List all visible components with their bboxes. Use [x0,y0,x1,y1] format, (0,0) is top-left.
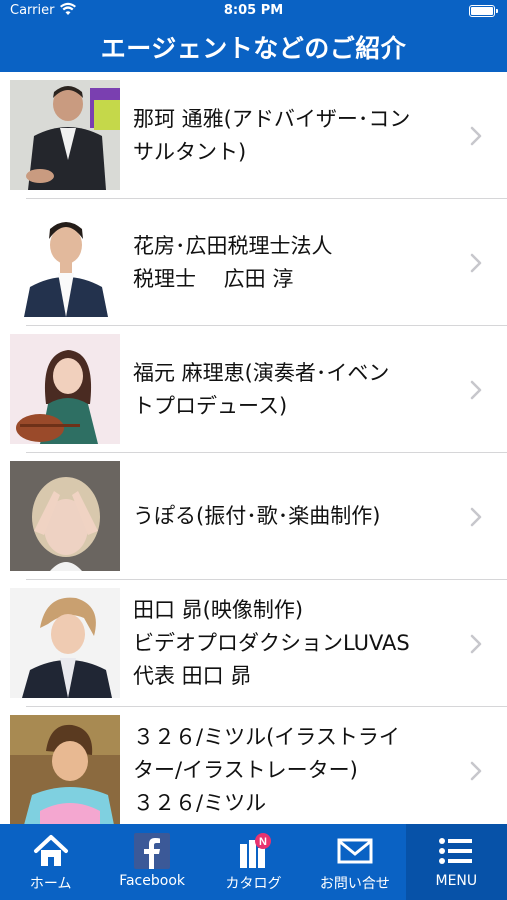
agent-name-line: 田口 昴(映像制作) [133,598,304,622]
agent-name-line: ３２６/ミツル [133,791,267,815]
agent-name-line: トプロデュース) [133,393,288,418]
agent-row[interactable]: 花房･広田税理士法人 税理士 広田 淳 [0,199,507,326]
status-bar: Carrier 8:05 PM [0,0,507,22]
menu-icon [439,838,473,864]
catalog-badge: N [259,836,267,848]
chevron-right-icon [470,253,482,272]
agent-row[interactable]: 田口 昴(映像制作) ビデオプロダクションLUVAS 代表 田口 昴 [0,580,507,707]
chevron-right-icon [470,380,482,399]
agent-photo [10,80,120,190]
catalog-icon: N [239,833,271,868]
facebook-icon [134,833,171,869]
agent-photo [10,715,120,824]
chevron-right-icon [470,634,482,653]
agent-name-line: 花房･広田税理士法人 [133,233,333,258]
agent-info: 那珂 通雅(アドバイザー･コン サルタント) [133,72,449,199]
tab-catalog[interactable]: N カタログ [203,824,304,900]
battery-icon [469,5,498,17]
chevron-right-icon [470,761,482,780]
tab-menu[interactable]: MENU [405,824,507,900]
agent-photo [10,588,120,698]
agent-photo [10,207,120,317]
tab-home[interactable]: ホーム [0,824,101,900]
agent-photo [10,461,120,571]
page-title: エージェントなどのご紹介 [100,34,407,63]
home-icon [33,835,68,866]
tab-label: ホーム [29,876,72,892]
agent-row[interactable]: うぽる(振付･歌･楽曲制作) [0,453,507,580]
agent-name-line: ３２６/ミツル(イラストライ [133,725,400,749]
agent-list[interactable]: 那珂 通雅(アドバイザー･コン サルタント) 花房･広田税理士法人 税理士 広田… [0,72,507,824]
agent-row[interactable]: 福元 麻理恵(演奏者･イベン トプロデュース) [0,326,507,453]
agent-row[interactable]: ３２６/ミツル(イラストライ ター/イラストレーター) ３２６/ミツル [0,707,507,824]
agent-row[interactable]: 那珂 通雅(アドバイザー･コン サルタント) [0,72,507,199]
agent-name-line: 税理士 広田 淳 [133,266,294,291]
agent-name-line: 代表 田口 昴 [133,664,252,688]
chevron-right-icon [470,126,482,145]
agent-photo [10,334,120,444]
agent-name-line: 福元 麻理恵(演奏者･イベン [133,360,390,385]
agent-name-line: ビデオプロダクションLUVAS [133,631,410,655]
tab-label: MENU [435,873,478,889]
agent-name-line: 那珂 通雅(アドバイザー･コン [133,106,411,131]
agent-info: 福元 麻理恵(演奏者･イベン トプロデュース) [133,326,449,453]
nav-bar: エージェントなどのご紹介 [0,22,507,72]
tab-label: Facebook [119,873,185,889]
agent-info: 花房･広田税理士法人 税理士 広田 淳 [133,199,449,326]
agent-info: 田口 昴(映像制作) ビデオプロダクションLUVAS 代表 田口 昴 [133,580,449,707]
tab-bar: ホーム Facebook N カタログ お問い合せ MENU [0,824,507,900]
tab-facebook[interactable]: Facebook [101,824,202,900]
agent-info: うぽる(振付･歌･楽曲制作) [133,453,449,580]
chevron-right-icon [470,507,482,526]
tab-label: お問い合せ [319,876,390,892]
tab-contact[interactable]: お問い合せ [304,824,405,900]
agent-name-line: うぽる(振付･歌･楽曲制作) [133,504,381,528]
agent-name-line: サルタント) [133,139,247,164]
agent-name-line: ター/イラストレーター) [133,758,358,782]
mail-icon [337,838,373,864]
tab-label: カタログ [225,876,282,892]
agent-info: ３２６/ミツル(イラストライ ター/イラストレーター) ３２６/ミツル [133,707,449,824]
status-time: 8:05 PM [223,3,284,18]
